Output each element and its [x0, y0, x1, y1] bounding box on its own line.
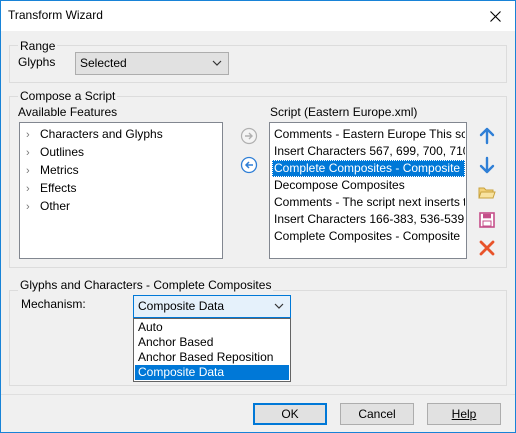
- chevron-right-icon: ›: [26, 165, 30, 177]
- mechanism-combo[interactable]: Composite Data: [133, 295, 291, 318]
- glyphs-combo[interactable]: Selected: [75, 52, 229, 75]
- mechanism-combo-value: Composite Data: [138, 299, 225, 313]
- add-to-script-button[interactable]: [238, 125, 260, 147]
- script-item[interactable]: Insert Characters 166-383, 536-539, 5: [272, 211, 465, 228]
- arrow-down-icon: [479, 156, 495, 174]
- mechanism-dropdown-list[interactable]: Auto Anchor Based Anchor Based Repositio…: [133, 318, 291, 382]
- move-up-button[interactable]: [476, 125, 498, 147]
- ok-button[interactable]: OK: [253, 403, 327, 425]
- move-down-button[interactable]: [476, 154, 498, 176]
- button-bar: OK Cancel Help: [1, 394, 515, 432]
- mechanism-option[interactable]: Anchor Based: [135, 335, 289, 350]
- remove-from-script-button[interactable]: [238, 154, 260, 176]
- chevron-down-icon: [274, 303, 284, 309]
- script-item[interactable]: Comments - Eastern Europe This scr: [272, 126, 465, 143]
- save-icon: [479, 212, 495, 228]
- close-icon: [489, 10, 501, 22]
- mechanism-label: Mechanism:: [21, 297, 86, 311]
- script-list[interactable]: Comments - Eastern Europe This scr Inser…: [269, 122, 467, 259]
- mechanism-option-selected[interactable]: Composite Data: [135, 365, 289, 380]
- folder-open-icon: [478, 187, 496, 199]
- chevron-right-icon: ›: [26, 201, 30, 213]
- delete-script-item-button[interactable]: [476, 237, 498, 259]
- chevron-right-icon: ›: [26, 147, 30, 159]
- delete-x-icon: [479, 240, 495, 256]
- tree-item-effects[interactable]: › Effects: [26, 181, 76, 199]
- tree-item-metrics[interactable]: › Metrics: [26, 163, 79, 181]
- window-title: Transform Wizard: [8, 8, 103, 22]
- tree-item-outlines[interactable]: › Outlines: [26, 145, 84, 163]
- mechanism-option[interactable]: Anchor Based Reposition: [135, 350, 289, 365]
- details-group-label: Glyphs and Characters - Complete Composi…: [18, 278, 274, 292]
- tree-item-other[interactable]: › Other: [26, 199, 70, 217]
- range-group-label: Range: [18, 39, 58, 53]
- script-item-selected[interactable]: Complete Composites - Composite: [272, 160, 465, 177]
- arrow-up-icon: [479, 127, 495, 145]
- mechanism-option[interactable]: Auto: [135, 320, 289, 335]
- open-script-button[interactable]: [476, 182, 498, 204]
- arrow-left-circle-icon: [240, 156, 258, 174]
- compose-group-label: Compose a Script: [18, 89, 118, 103]
- script-item[interactable]: Comments - The script next inserts t: [272, 194, 465, 211]
- glyphs-combo-value: Selected: [80, 56, 127, 70]
- help-button[interactable]: Help: [427, 403, 501, 425]
- available-features-label: Available Features: [18, 105, 118, 119]
- transform-wizard-window: Transform Wizard Range Glyphs Selected C…: [0, 0, 516, 433]
- script-label: Script (Eastern Europe.xml): [270, 105, 418, 119]
- arrow-right-circle-icon: [240, 127, 258, 145]
- help-button-label: Help: [451, 407, 477, 421]
- tree-item-characters-and-glyphs[interactable]: › Characters and Glyphs: [26, 127, 163, 145]
- available-features-tree[interactable]: › Characters and Glyphs › Outlines › Metric…: [19, 122, 223, 259]
- glyphs-label: Glyphs: [18, 55, 56, 69]
- cancel-button[interactable]: Cancel: [340, 403, 414, 425]
- close-button[interactable]: [475, 1, 515, 31]
- chevron-right-icon: ›: [26, 183, 30, 195]
- chevron-right-icon: ›: [26, 129, 30, 141]
- chevron-down-icon: [212, 60, 222, 66]
- save-script-button[interactable]: [476, 209, 498, 231]
- script-item[interactable]: Insert Characters 567, 699, 700, 710, 7: [272, 143, 465, 160]
- script-item[interactable]: Decompose Composites: [272, 177, 465, 194]
- title-bar: Transform Wizard: [1, 1, 515, 31]
- script-item[interactable]: Complete Composites - Composite: [272, 228, 465, 245]
